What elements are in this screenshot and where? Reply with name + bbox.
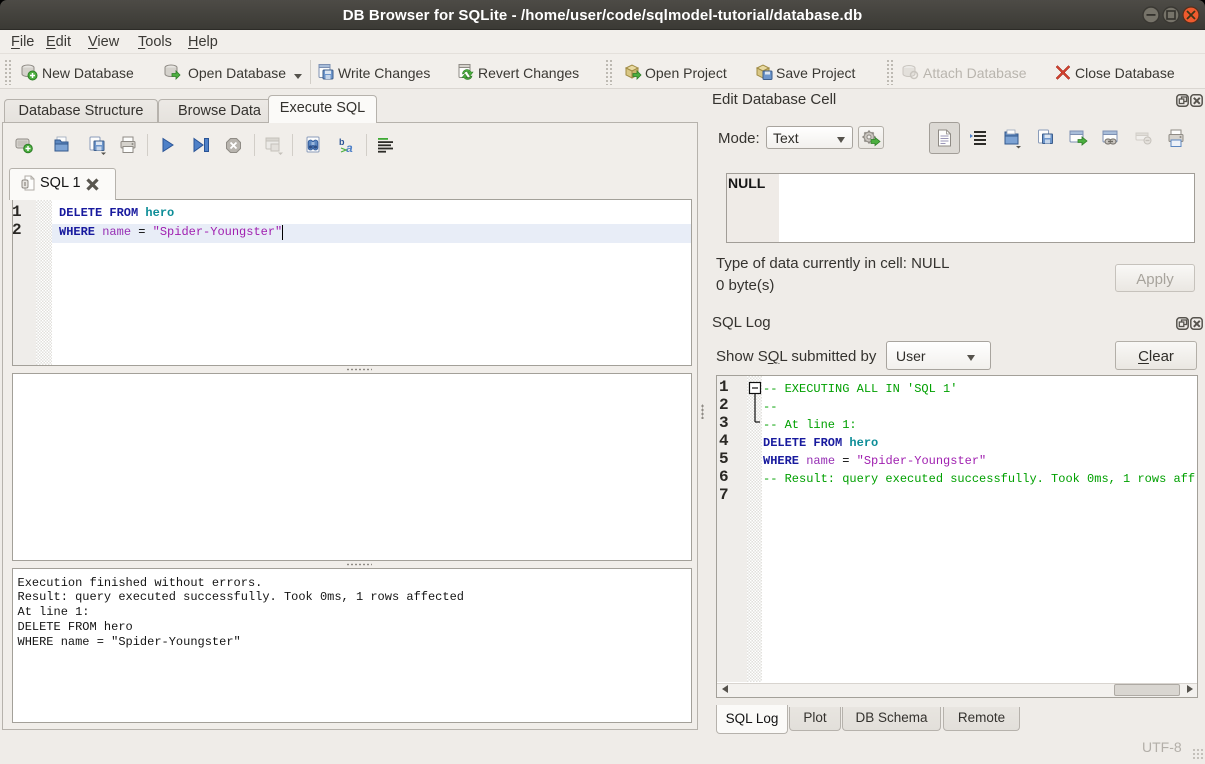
svg-text:b: b (339, 137, 345, 147)
svg-text:a: a (346, 141, 353, 154)
